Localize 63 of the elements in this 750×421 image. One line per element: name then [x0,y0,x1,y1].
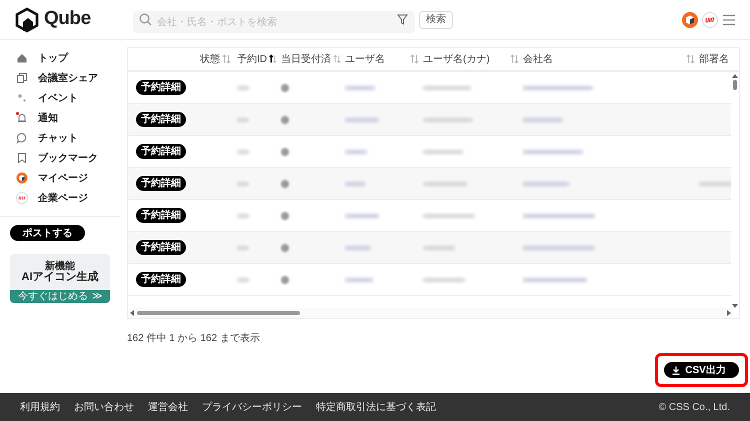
redacted-mark [281,116,289,124]
redacted-mark [281,212,289,220]
nav-item[interactable]: チャット [16,128,104,148]
sort-icon[interactable] [269,54,277,64]
download-icon [672,366,680,374]
redacted-mark [281,84,289,92]
footer-link[interactable]: 利用規約 [20,400,60,414]
column-header[interactable]: 部署名 [699,52,729,66]
column-header[interactable]: 当日受付済 [281,52,331,66]
search-icon [139,13,152,26]
user-avatar-icon [16,172,28,184]
nav-item[interactable]: トップ [16,48,104,68]
redacted-mark [281,244,289,252]
horizontal-scrollbar[interactable] [128,308,733,318]
result-count: 162 件中 1 から 162 まで表示 [127,332,261,346]
reservation-detail-button[interactable]: 予約詳細 [136,80,186,95]
vertical-scrollbar[interactable] [731,72,739,310]
redacted-mark [281,148,289,156]
column-header[interactable]: ユーザ名(カナ) [423,52,490,66]
windows-icon [16,72,28,84]
post-button[interactable]: ポストする [10,225,85,241]
csv-export-button[interactable]: CSV出力 [664,362,739,378]
sparkle-icon [16,92,28,104]
banner-cta: 今すぐはじめる [18,292,88,302]
logo-text: Qube [44,7,91,32]
promo-banner[interactable]: 新機能 AIアイコン生成 今すぐはじめる ≫ [10,254,110,303]
chat-icon [16,132,28,144]
reservation-detail-button[interactable]: 予約詳細 [136,112,186,127]
nav-item[interactable]: 企業ページ [16,188,104,208]
redacted-mark [281,276,289,284]
company-avatar-icon [16,192,28,204]
reservation-detail-button[interactable]: 予約詳細 [136,272,186,287]
home-icon [16,52,28,64]
reservation-detail-button[interactable]: 予約詳細 [136,176,186,191]
copyright-text: © CSS Co., Ltd. [658,400,730,414]
user-avatar-icon[interactable] [682,12,698,28]
nav-item[interactable]: ブックマーク [16,148,104,168]
filter-icon[interactable] [397,14,408,25]
footer-link[interactable]: お問い合わせ [74,400,134,414]
column-header[interactable]: 状態 [200,52,220,66]
nav-item[interactable]: 通知 [16,108,104,128]
footer-link[interactable]: プライバシーポリシー [202,400,302,414]
reservation-detail-button[interactable]: 予約詳細 [136,208,186,223]
menu-icon[interactable] [722,14,736,26]
reservation-detail-button[interactable]: 予約詳細 [136,144,186,159]
nav-item[interactable]: 会議室シェア [16,68,104,88]
arrows-text: ≫ [92,292,102,302]
footer-link[interactable]: 特定商取引法に基づく表記 [316,400,436,414]
column-header[interactable]: 会社名 [523,52,553,66]
reservation-detail-button[interactable]: 予約詳細 [136,240,186,255]
column-header[interactable]: ユーザ名 [345,52,385,66]
footer-link[interactable]: 運営会社 [148,400,188,414]
column-header[interactable]: 予約ID [237,52,267,66]
search-button[interactable]: 検索 [419,10,453,28]
bookmark-icon [16,152,28,164]
logo-icon [14,6,40,32]
nav-item[interactable]: マイページ [16,168,104,188]
banner-title: AIアイコン生成 [22,272,98,282]
company-avatar-icon[interactable] [702,12,718,28]
nav-item[interactable]: イベント [16,88,104,108]
search-field[interactable]: 会社・氏名・ポストを検索 [133,11,415,33]
banner-tag: 新機能 [45,262,75,272]
redacted-mark [281,180,289,188]
